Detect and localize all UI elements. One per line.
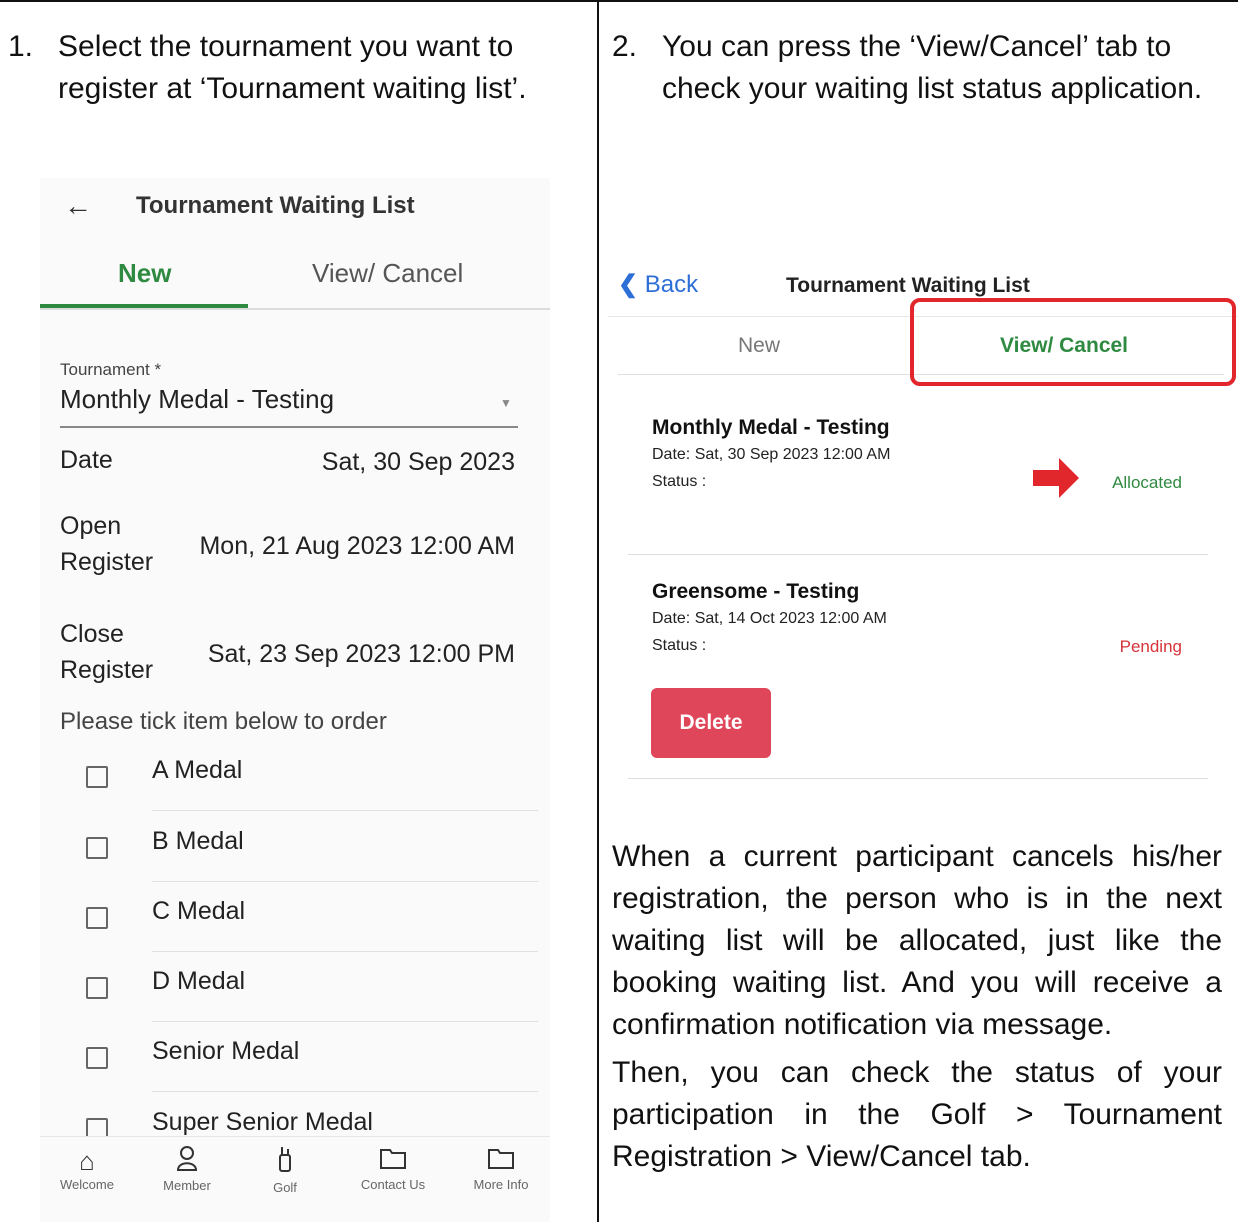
golf-bag-icon: [240, 1145, 330, 1180]
date-value: Sat, 30 Sep 2023: [321, 448, 515, 476]
tournament-date: Date: Sat, 30 Sep 2023 12:00 AM: [652, 446, 891, 463]
close-register-value: Sat, 23 Sep 2023 12:00 PM: [207, 640, 515, 668]
checkbox[interactable]: [86, 1047, 108, 1069]
back-label: Back: [644, 271, 699, 298]
nav-label: Contact Us: [360, 1177, 426, 1192]
folder-icon: [348, 1145, 438, 1177]
person-icon: [142, 1145, 232, 1178]
tab-divider: [40, 308, 550, 310]
step-number: 2.: [612, 30, 638, 63]
item-divider: [152, 881, 538, 882]
tab-new[interactable]: New: [118, 258, 171, 289]
bottom-navigation: ⌂ Welcome Member Golf Contact Us More In…: [40, 1136, 550, 1222]
page-title: Tournament Waiting List: [786, 274, 1030, 297]
list-item[interactable]: C Medal: [40, 897, 550, 977]
screenshot-new-tab: ← Tournament Waiting List New View/ Canc…: [40, 178, 550, 1222]
checkbox[interactable]: [86, 907, 108, 929]
tab-bar: New View/ Cancel: [40, 248, 550, 310]
tournament-select[interactable]: Monthly Medal - Testing: [60, 384, 334, 415]
nav-contact-us[interactable]: Contact Us: [348, 1145, 438, 1193]
list-item[interactable]: A Medal: [40, 756, 550, 836]
item-label: B Medal: [152, 827, 244, 855]
back-button[interactable]: ❮ Back: [618, 270, 698, 299]
item-label: D Medal: [152, 967, 246, 995]
order-instructions: Please tick item below to order: [60, 708, 387, 735]
item-divider: [152, 1021, 538, 1022]
red-arrow-icon: [1033, 458, 1079, 498]
item-divider: [152, 1091, 538, 1092]
nav-label: Golf: [273, 1180, 297, 1195]
checkbox[interactable]: [86, 837, 108, 859]
checkbox[interactable]: [86, 977, 108, 999]
tab-view-cancel[interactable]: View/ Cancel: [312, 258, 463, 289]
explanation-paragraph: Then, you can check the status of your p…: [612, 1056, 1222, 1173]
nav-more-info[interactable]: More Info: [456, 1145, 546, 1193]
nav-label: Welcome: [60, 1177, 114, 1192]
waiting-list-card: Monthly Medal - Testing Date: Sat, 30 Se…: [628, 416, 1208, 556]
open-register-value: Mon, 21 Aug 2023 12:00 AM: [199, 532, 515, 560]
highlight-box: [910, 298, 1236, 386]
nav-member[interactable]: Member: [142, 1145, 232, 1194]
card-divider: [628, 554, 1208, 555]
card-divider: [628, 778, 1208, 779]
field-underline: [60, 426, 518, 428]
list-item[interactable]: Senior Medal: [40, 1037, 550, 1117]
tab-new[interactable]: New: [738, 334, 780, 358]
dropdown-caret-icon[interactable]: ▼: [500, 396, 512, 410]
open-register-label: Open Register: [60, 512, 154, 576]
status-badge: Allocated: [1112, 473, 1182, 492]
back-arrow-icon[interactable]: ←: [64, 190, 92, 222]
date-label: Date: [60, 446, 113, 474]
item-label: A Medal: [152, 756, 243, 784]
step-text: Select the tournament you want to regist…: [58, 30, 527, 105]
tournament-field-label: Tournament *: [60, 360, 162, 379]
app-header: ← Tournament Waiting List: [40, 178, 550, 238]
item-label: C Medal: [152, 897, 246, 925]
waiting-list-card: Greensome - Testing Date: Sat, 14 Oct 20…: [628, 580, 1208, 680]
screenshot-view-cancel-tab: ❮ Back Tournament Waiting List New View/…: [608, 258, 1238, 793]
item-label: Super Senior Medal: [152, 1108, 373, 1136]
nav-label: More Info: [473, 1177, 529, 1192]
tournament-name: Monthly Medal - Testing: [652, 416, 890, 439]
nav-welcome[interactable]: ⌂ Welcome: [42, 1145, 132, 1193]
tournament-date: Date: Sat, 14 Oct 2023 12:00 AM: [652, 610, 887, 627]
nav-label: Member: [163, 1178, 211, 1193]
table-column-divider: [597, 0, 599, 1222]
folder-icon: [456, 1145, 546, 1177]
status-label: Status :: [652, 473, 707, 490]
table-top-border: [0, 0, 1238, 2]
list-item[interactable]: B Medal: [40, 827, 550, 907]
step-text: You can press the ‘View/Cancel’ tab to c…: [662, 30, 1203, 105]
nav-golf[interactable]: Golf: [240, 1145, 330, 1196]
delete-button[interactable]: Delete: [651, 688, 771, 758]
item-divider: [152, 951, 538, 952]
item-divider: [152, 810, 538, 811]
explanation-paragraph: When a current participant cancels his/h…: [612, 840, 1222, 1041]
status-label: Status :: [652, 637, 707, 654]
item-label: Senior Medal: [152, 1037, 300, 1065]
home-icon: ⌂: [79, 1146, 95, 1176]
checkbox[interactable]: [86, 766, 108, 788]
step-number: 1.: [8, 30, 34, 63]
chevron-left-icon: ❮: [618, 271, 639, 298]
tournament-name: Greensome - Testing: [652, 580, 860, 603]
status-badge: Pending: [1119, 637, 1182, 656]
close-register-label: Close Register: [60, 620, 154, 684]
page-title: Tournament Waiting List: [136, 192, 415, 219]
